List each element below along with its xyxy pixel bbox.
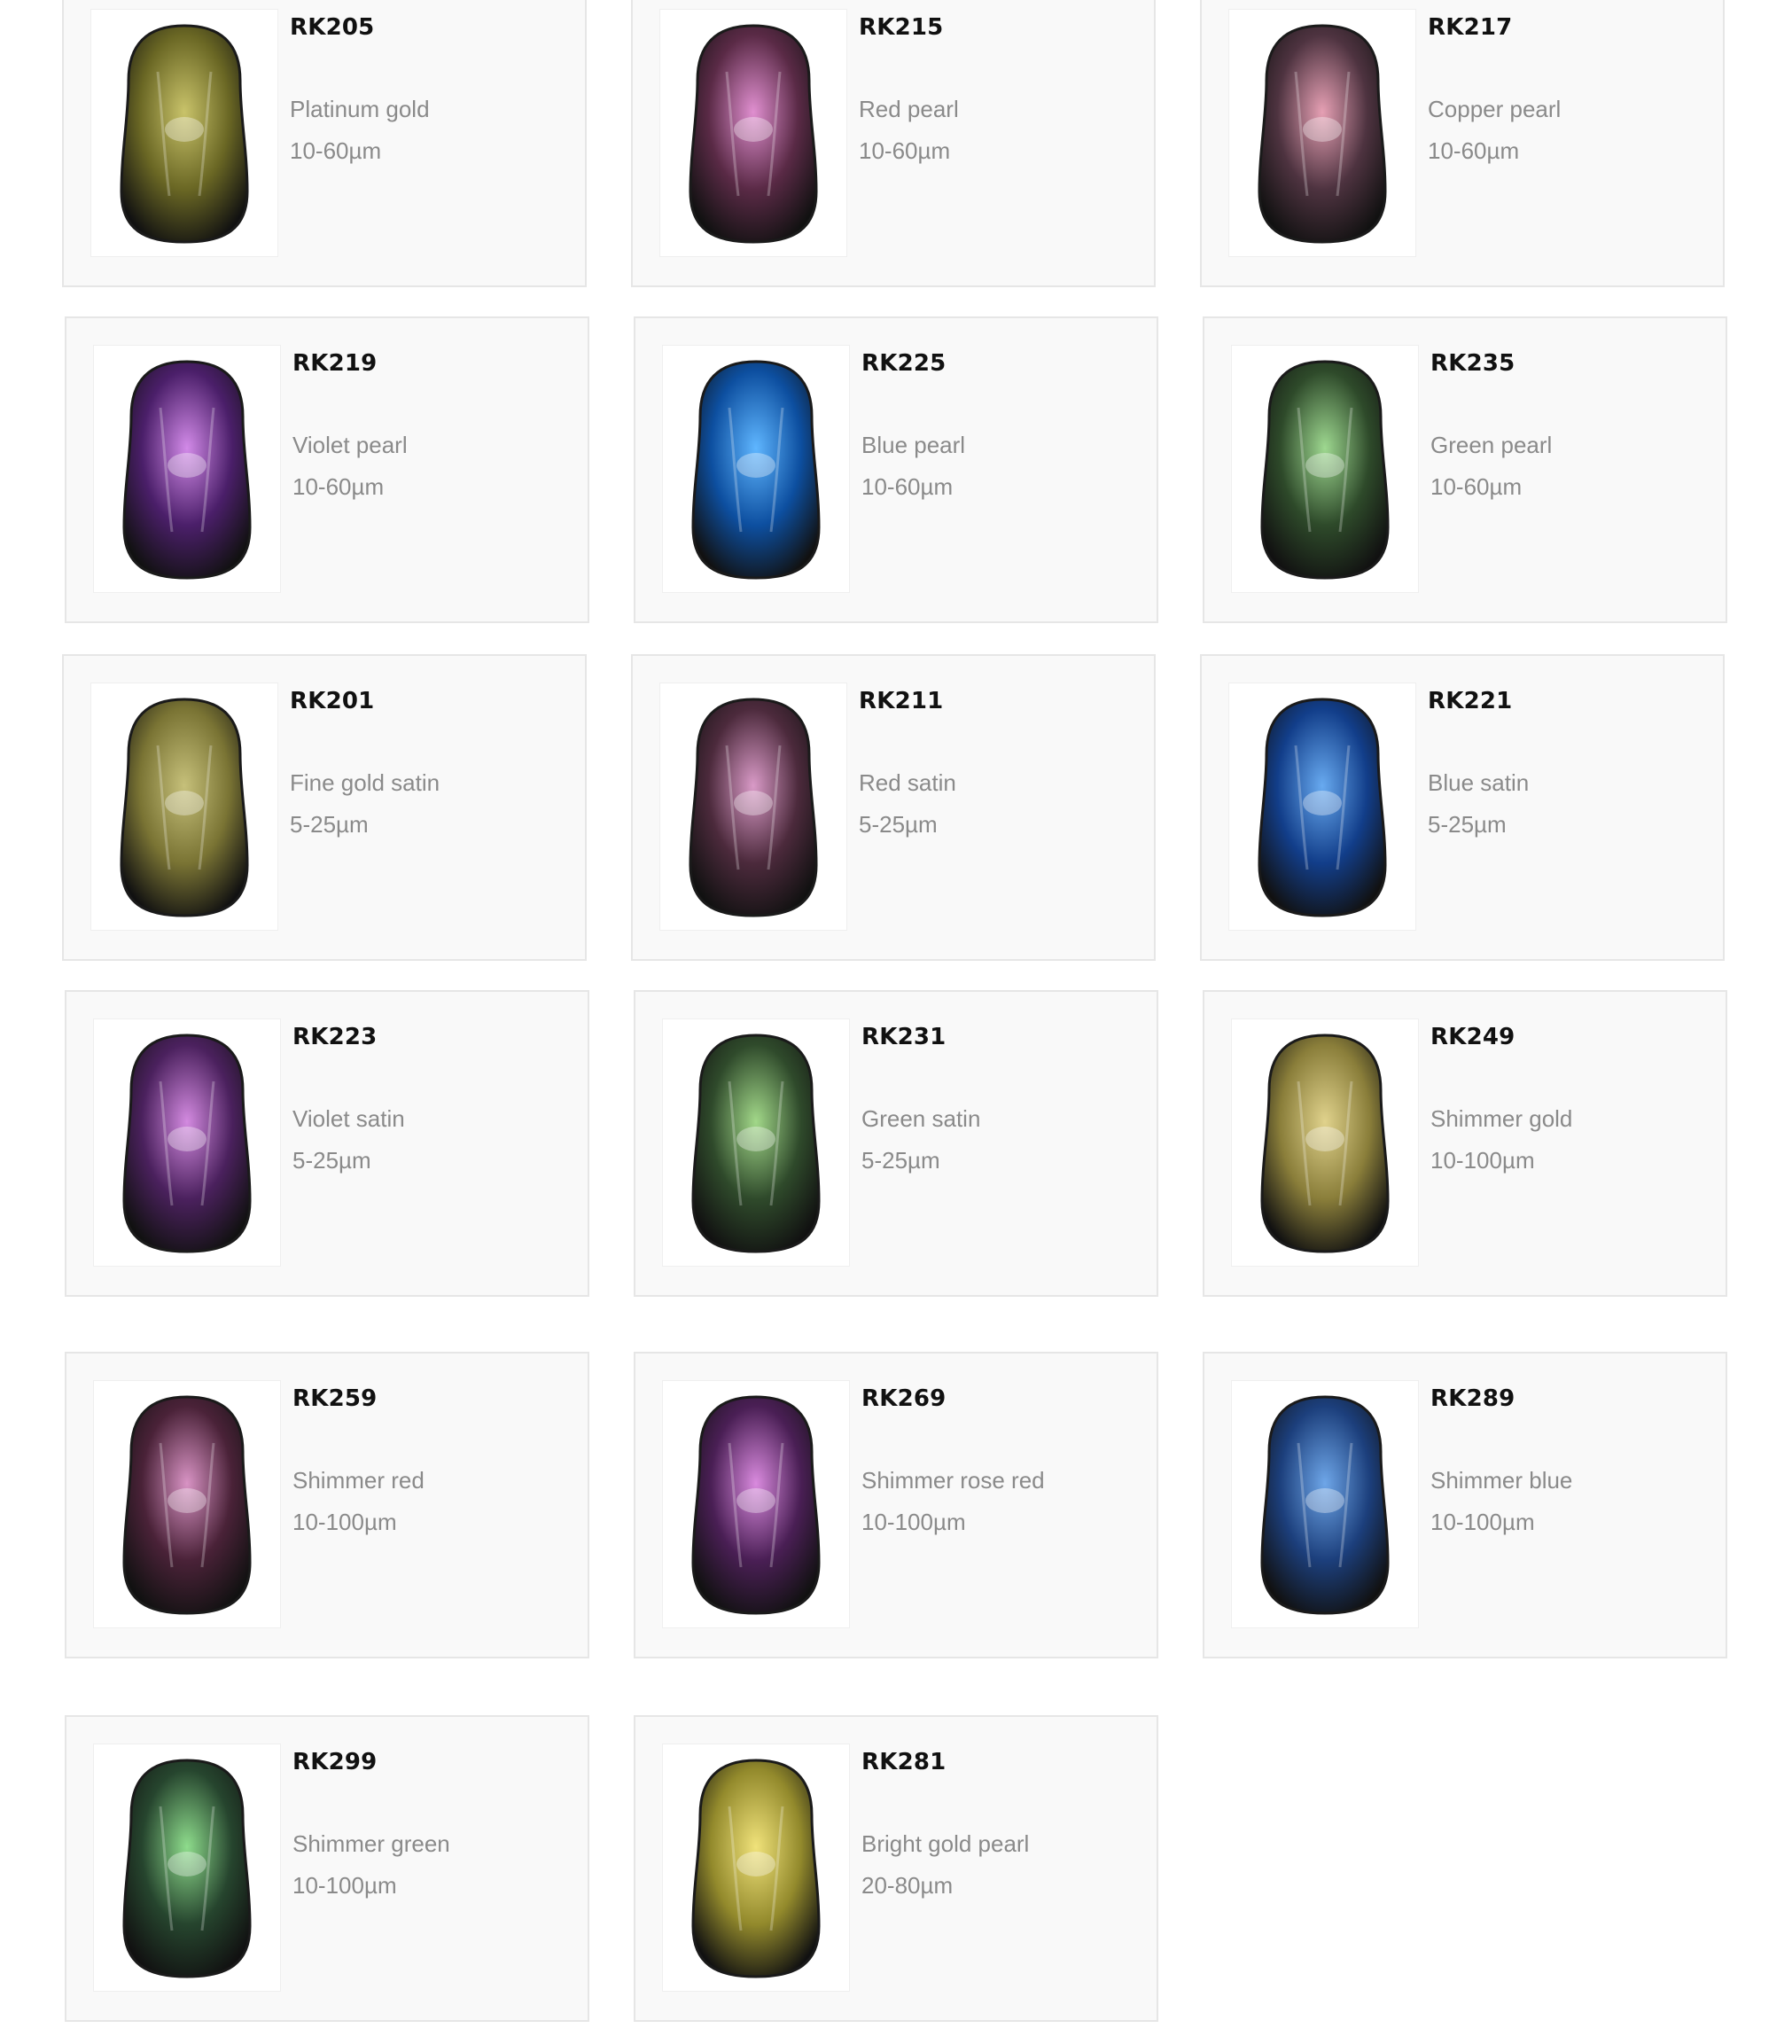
product-code: RK201 <box>290 688 375 714</box>
product-card[interactable]: RK235 Green pearl 10-60µm <box>1203 316 1727 623</box>
product-card[interactable]: RK269 Shimmer rose red 10-100µm <box>634 1352 1158 1658</box>
product-code: RK231 <box>861 1024 947 1050</box>
product-card[interactable]: RK211 Red satin 5-25µm <box>631 654 1156 961</box>
product-name: Fine gold satin <box>290 769 440 796</box>
product-image[interactable] <box>662 345 850 593</box>
product-name: Shimmer green <box>292 1830 450 1857</box>
product-card[interactable]: RK231 Green satin 5-25µm <box>634 990 1158 1297</box>
product-name: Violet satin <box>292 1105 405 1132</box>
product-image[interactable] <box>93 1744 281 1992</box>
product-code: RK217 <box>1428 14 1513 41</box>
product-name: Shimmer rose red <box>861 1467 1045 1494</box>
product-code: RK225 <box>861 350 947 377</box>
product-code: RK249 <box>1430 1024 1515 1050</box>
product-size: 10-100µm <box>861 1509 966 1535</box>
product-name: Violet pearl <box>292 432 408 458</box>
product-image[interactable] <box>93 1018 281 1267</box>
product-name: Platinum gold <box>290 96 430 122</box>
product-name: Green pearl <box>1430 432 1553 458</box>
product-card[interactable]: RK201 Fine gold satin 5-25µm <box>62 654 587 961</box>
product-code: RK289 <box>1430 1385 1515 1412</box>
product-size: 10-100µm <box>1430 1147 1535 1174</box>
product-card[interactable]: RK289 Shimmer blue 10-100µm <box>1203 1352 1727 1658</box>
product-size: 5-25µm <box>1428 811 1507 838</box>
product-name: Blue pearl <box>861 432 966 458</box>
product-size: 10-60µm <box>859 137 951 164</box>
product-code: RK221 <box>1428 688 1513 714</box>
product-size: 10-60µm <box>292 473 385 500</box>
product-code: RK269 <box>861 1385 947 1412</box>
product-code: RK235 <box>1430 350 1515 377</box>
product-code: RK219 <box>292 350 378 377</box>
product-card[interactable]: RK281 Bright gold pearl 20-80µm <box>634 1715 1158 2022</box>
product-size: 10-100µm <box>1430 1509 1535 1535</box>
product-code: RK211 <box>859 688 944 714</box>
product-card[interactable]: RK205 Platinum gold 10-60µm <box>62 0 587 287</box>
product-name: Blue satin <box>1428 769 1530 796</box>
product-image[interactable] <box>1231 1380 1419 1628</box>
product-name: Copper pearl <box>1428 96 1562 122</box>
product-name: Red satin <box>859 769 956 796</box>
product-card[interactable]: RK223 Violet satin 5-25µm <box>65 990 589 1297</box>
product-size: 10-60µm <box>861 473 954 500</box>
product-name: Green satin <box>861 1105 981 1132</box>
product-size: 20-80µm <box>861 1872 954 1899</box>
product-size: 5-25µm <box>292 1147 371 1174</box>
product-size: 10-100µm <box>292 1509 397 1535</box>
product-code: RK223 <box>292 1024 378 1050</box>
product-size: 10-60µm <box>1428 137 1520 164</box>
product-size: 10-60µm <box>1430 473 1523 500</box>
product-image[interactable] <box>662 1018 850 1267</box>
product-size: 5-25µm <box>861 1147 940 1174</box>
product-card[interactable]: RK249 Shimmer gold 10-100µm <box>1203 990 1727 1297</box>
product-image[interactable] <box>659 683 847 931</box>
product-image[interactable] <box>662 1744 850 1992</box>
product-card[interactable]: RK217 Copper pearl 10-60µm <box>1200 0 1725 287</box>
product-size: 10-60µm <box>290 137 382 164</box>
product-image[interactable] <box>93 345 281 593</box>
product-image[interactable] <box>1228 683 1416 931</box>
product-name: Shimmer gold <box>1430 1105 1573 1132</box>
product-name: Shimmer blue <box>1430 1467 1573 1494</box>
product-card[interactable]: RK299 Shimmer green 10-100µm <box>65 1715 589 2022</box>
product-image[interactable] <box>93 1380 281 1628</box>
product-size: 5-25µm <box>290 811 369 838</box>
product-code: RK205 <box>290 14 375 41</box>
product-name: Shimmer red <box>292 1467 425 1494</box>
product-card[interactable]: RK221 Blue satin 5-25µm <box>1200 654 1725 961</box>
product-size: 5-25µm <box>859 811 938 838</box>
product-image[interactable] <box>659 9 847 257</box>
product-name: Red pearl <box>859 96 959 122</box>
product-size: 10-100µm <box>292 1872 397 1899</box>
product-image[interactable] <box>1231 345 1419 593</box>
product-name: Bright gold pearl <box>861 1830 1030 1857</box>
product-image[interactable] <box>90 683 278 931</box>
product-card[interactable]: RK259 Shimmer red 10-100µm <box>65 1352 589 1658</box>
product-image[interactable] <box>90 9 278 257</box>
product-code: RK281 <box>861 1749 947 1775</box>
product-code: RK299 <box>292 1749 378 1775</box>
product-card[interactable]: RK219 Violet pearl 10-60µm <box>65 316 589 623</box>
product-code: RK259 <box>292 1385 378 1412</box>
product-card[interactable]: RK215 Red pearl 10-60µm <box>631 0 1156 287</box>
product-image[interactable] <box>1228 9 1416 257</box>
product-image[interactable] <box>1231 1018 1419 1267</box>
product-card[interactable]: RK225 Blue pearl 10-60µm <box>634 316 1158 623</box>
product-code: RK215 <box>859 14 944 41</box>
product-image[interactable] <box>662 1380 850 1628</box>
